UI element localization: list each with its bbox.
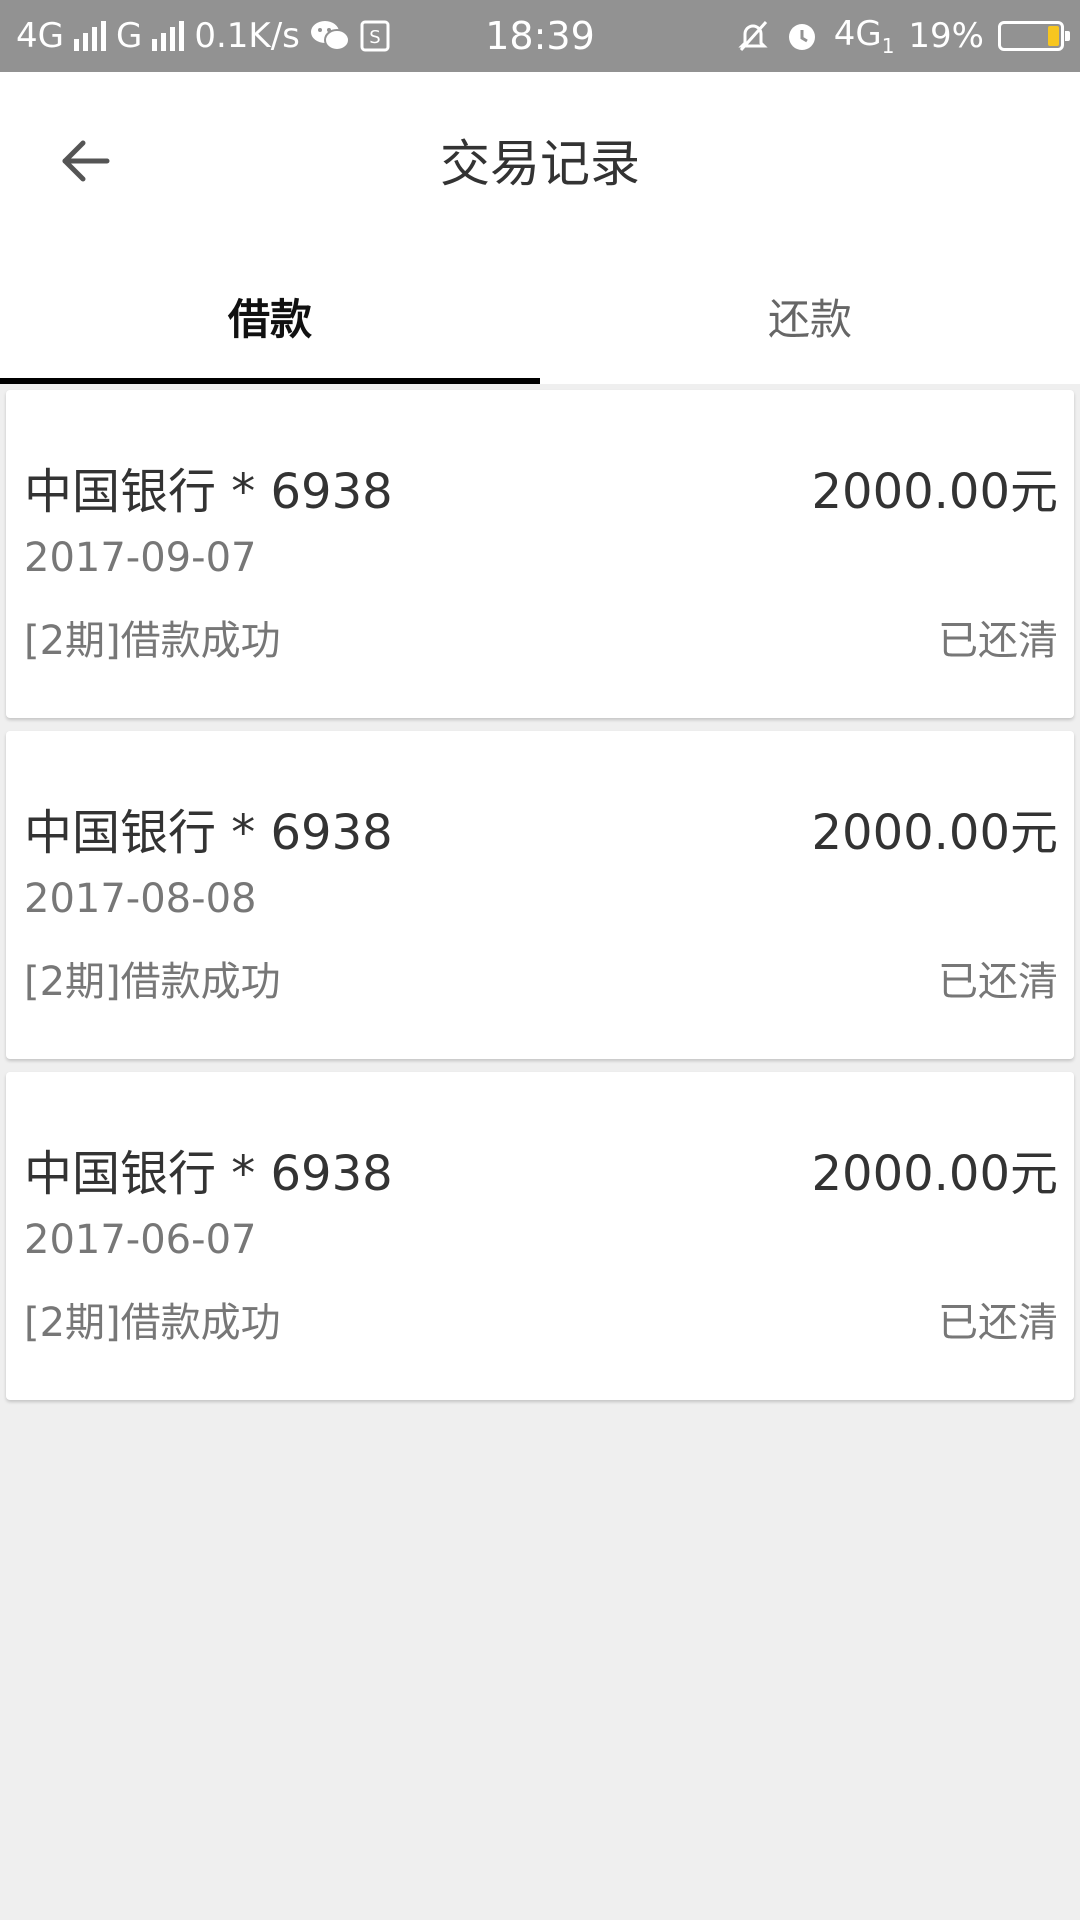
record-date: 2017-08-08 (24, 876, 257, 922)
record-amount: 2000.00元 (811, 1146, 1059, 1202)
record-description: [2期]借款成功 (24, 959, 281, 1005)
record-card[interactable]: 中国银行 * 6938 2000.00元 2017-06-07 [2期]借款成功… (6, 1072, 1074, 1400)
status-bar: 4G G 0.1K/s S 18:39 4G1 19% (0, 0, 1080, 72)
record-description: [2期]借款成功 (24, 618, 281, 664)
battery-percent: 19% (908, 16, 984, 56)
record-description: [2期]借款成功 (24, 1300, 281, 1346)
tab-repay[interactable]: 还款 (540, 248, 1080, 384)
record-amount: 2000.00元 (811, 464, 1059, 520)
alarm-icon (784, 18, 820, 54)
record-date: 2017-06-07 (24, 1217, 257, 1263)
tab-borrow[interactable]: 借款 (0, 248, 540, 384)
record-date: 2017-09-07 (24, 535, 257, 581)
network-type-3: 4G1 (833, 14, 895, 58)
tab-bar: 借款 还款 (0, 248, 1080, 384)
battery-icon (998, 21, 1070, 51)
mute-icon (736, 19, 770, 53)
record-status: 已还清 (938, 1300, 1058, 1346)
back-button[interactable] (40, 116, 130, 206)
arrow-left-icon (62, 140, 110, 182)
record-bank: 中国银行 * 6938 (24, 1146, 393, 1202)
status-bar-right: 4G1 19% (736, 0, 1070, 72)
record-status: 已还清 (938, 618, 1058, 664)
record-amount: 2000.00元 (811, 805, 1059, 861)
record-list: 中国银行 * 6938 2000.00元 2017-09-07 [2期]借款成功… (6, 390, 1074, 1413)
app-header: 交易记录 (0, 72, 1080, 248)
record-card[interactable]: 中国银行 * 6938 2000.00元 2017-08-08 [2期]借款成功… (6, 731, 1074, 1059)
record-bank: 中国银行 * 6938 (24, 464, 393, 520)
page-title: 交易记录 (440, 135, 640, 193)
record-bank: 中国银行 * 6938 (24, 805, 393, 861)
record-card[interactable]: 中国银行 * 6938 2000.00元 2017-09-07 [2期]借款成功… (6, 390, 1074, 718)
record-status: 已还清 (938, 959, 1058, 1005)
